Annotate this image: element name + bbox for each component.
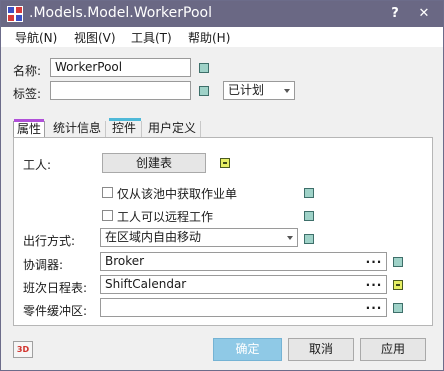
inheritance-square-icon[interactable] [199,86,209,96]
menu-navigate[interactable]: 导航(N) [15,29,57,46]
worker-pool-dialog: .Models.Model.WorkerPool ? ✕ 导航(N) 视图(V)… [0,0,444,371]
properties-panel: 工人: 创建表 仅从该池中获取作业单 工人可以远程工作 出行方式: 在区域内自由… [13,137,433,326]
shift-calendar-value: ShiftCalendar [105,277,187,291]
coordinator-field[interactable]: Broker ... [100,252,387,271]
remote-work-label: 工人可以远程工作 [117,210,214,224]
tab-user-defined-label: 用户定义 [148,121,197,135]
link-square-icon[interactable] [220,158,230,168]
inheritance-square-icon[interactable] [199,63,209,73]
coordinator-value: Broker [105,254,145,268]
title-bar: .Models.Model.WorkerPool ? ✕ [1,1,443,27]
menu-help[interactable]: 帮助(H) [188,29,230,46]
shift-calendar-field[interactable]: ShiftCalendar ... [100,275,387,294]
link-square-icon[interactable] [393,280,403,290]
chevron-down-icon [287,236,293,240]
apply-button[interactable]: 应用 [360,338,426,361]
status-value: 已计划 [228,83,265,97]
tab-controls[interactable]: 控件 [109,118,142,137]
travel-mode-dropdown[interactable]: 在区域内自由移动 [100,228,298,247]
inheritance-square-icon[interactable] [393,257,403,267]
parts-buffer-label: 零件缓冲区: [23,304,88,318]
menu-bar: 导航(N) 视图(V) 工具(T) 帮助(H) [1,27,443,47]
only-from-pool-label: 仅从该池中获取作业单 [117,187,238,201]
tab-statistics-label: 统计信息 [53,121,102,135]
browse-button[interactable]: ... [362,276,386,293]
browse-button[interactable]: ... [362,253,386,270]
window-title: .Models.Model.WorkerPool [29,5,212,21]
browse-button[interactable]: ... [362,299,386,316]
tab-user-defined[interactable]: 用户定义 [145,121,201,137]
create-table-button[interactable]: 创建表 [102,153,206,173]
cancel-button[interactable]: 取消 [288,338,354,361]
parts-buffer-field[interactable]: ... [100,298,387,317]
help-button[interactable]: ? [386,5,404,23]
chevron-down-icon [284,89,290,93]
only-from-pool-checkbox[interactable] [102,187,113,198]
shift-calendar-label: 班次日程表: [23,281,88,295]
tab-properties-label: 属性 [17,122,42,136]
tag-input[interactable] [50,81,191,100]
menu-tools[interactable]: 工具(T) [131,29,172,46]
tab-controls-label: 控件 [112,121,137,135]
remote-work-checkbox[interactable] [102,210,113,221]
inheritance-square-icon[interactable] [304,188,314,198]
three-d-button[interactable]: 3D [13,341,33,358]
ok-button[interactable]: 确定 [213,338,282,361]
model-grid-icon [7,6,23,22]
tag-label: 标签: [13,87,42,101]
travel-mode-value: 在区域内自由移动 [105,230,202,244]
workers-label: 工人: [23,158,52,172]
status-dropdown[interactable]: 已计划 [223,81,295,100]
inheritance-square-icon[interactable] [304,211,314,221]
inheritance-square-icon[interactable] [393,303,403,313]
menu-view[interactable]: 视图(V) [74,29,116,46]
travel-mode-label: 出行方式: [23,234,76,248]
name-label: 名称: [13,64,42,78]
name-input[interactable]: WorkerPool [50,58,191,77]
close-button[interactable]: ✕ [415,5,433,23]
tab-statistics[interactable]: 统计信息 [50,121,106,137]
inheritance-square-icon[interactable] [304,234,314,244]
coordinator-label: 协调器: [23,258,64,272]
tab-properties[interactable]: 属性 [13,119,45,137]
